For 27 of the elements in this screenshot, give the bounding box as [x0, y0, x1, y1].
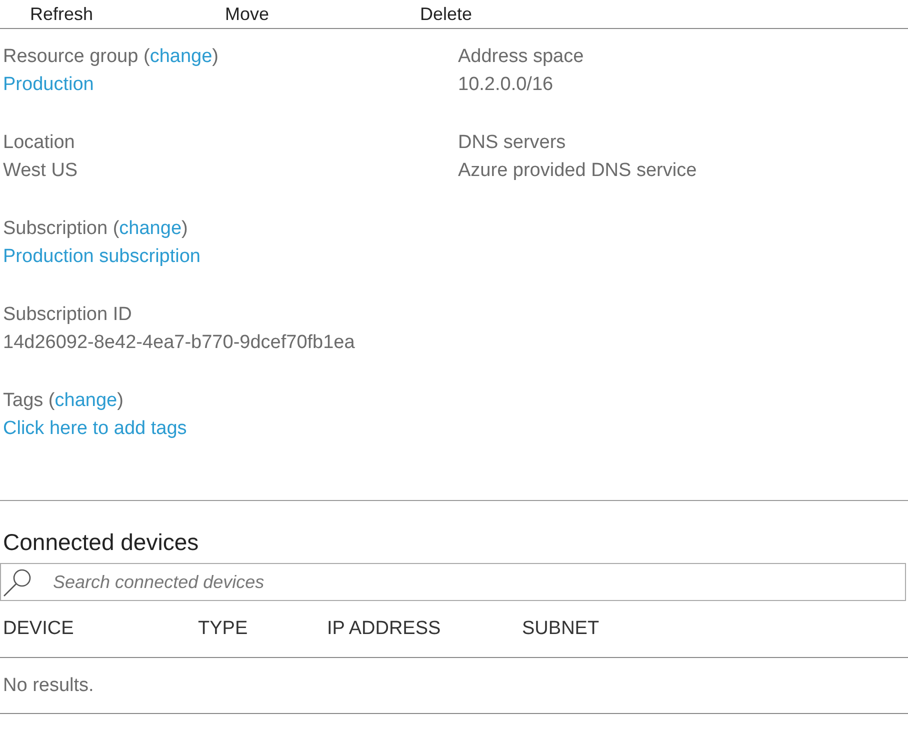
empty-message: No results. [3, 674, 94, 696]
search-field[interactable]: Search connected devices [0, 563, 906, 601]
field-label: DNS servers [458, 132, 566, 153]
change-link[interactable]: change [119, 218, 182, 239]
change-link[interactable]: change [150, 46, 212, 67]
field-value: Azure provided DNS service [458, 159, 697, 183]
field-label: Subscription ID [3, 304, 132, 325]
field-label: Subscription (change) [3, 218, 188, 239]
field-value: 10.2.0.0/16 [458, 73, 554, 97]
field-value-link[interactable]: Production [3, 71, 94, 99]
field-label: Tags (change) [3, 390, 124, 411]
field-label: Resource group (change) [3, 46, 218, 67]
toolbar-button[interactable]: Delete [420, 4, 472, 24]
field-label: Location [3, 132, 75, 153]
section-title: Connected devices [2, 529, 199, 557]
field-label: Address space [458, 46, 584, 67]
column-header: SUBNET [522, 618, 600, 640]
toolbar-button[interactable]: Refresh [30, 4, 94, 24]
column-header: TYPE [198, 618, 248, 640]
toolbar-button[interactable]: Move [225, 4, 270, 24]
field-value-link[interactable]: Production subscription [3, 243, 200, 271]
column-header: IP ADDRESS [327, 618, 441, 640]
change-link[interactable]: change [54, 390, 118, 411]
column-header: DEVICE [3, 618, 74, 640]
field-value: 14d26092-8e42-4ea7-b770-9dcef70fb1ea [3, 331, 355, 355]
field-value: West US [3, 159, 78, 183]
field-value-link[interactable]: Click here to add tags [3, 415, 187, 443]
